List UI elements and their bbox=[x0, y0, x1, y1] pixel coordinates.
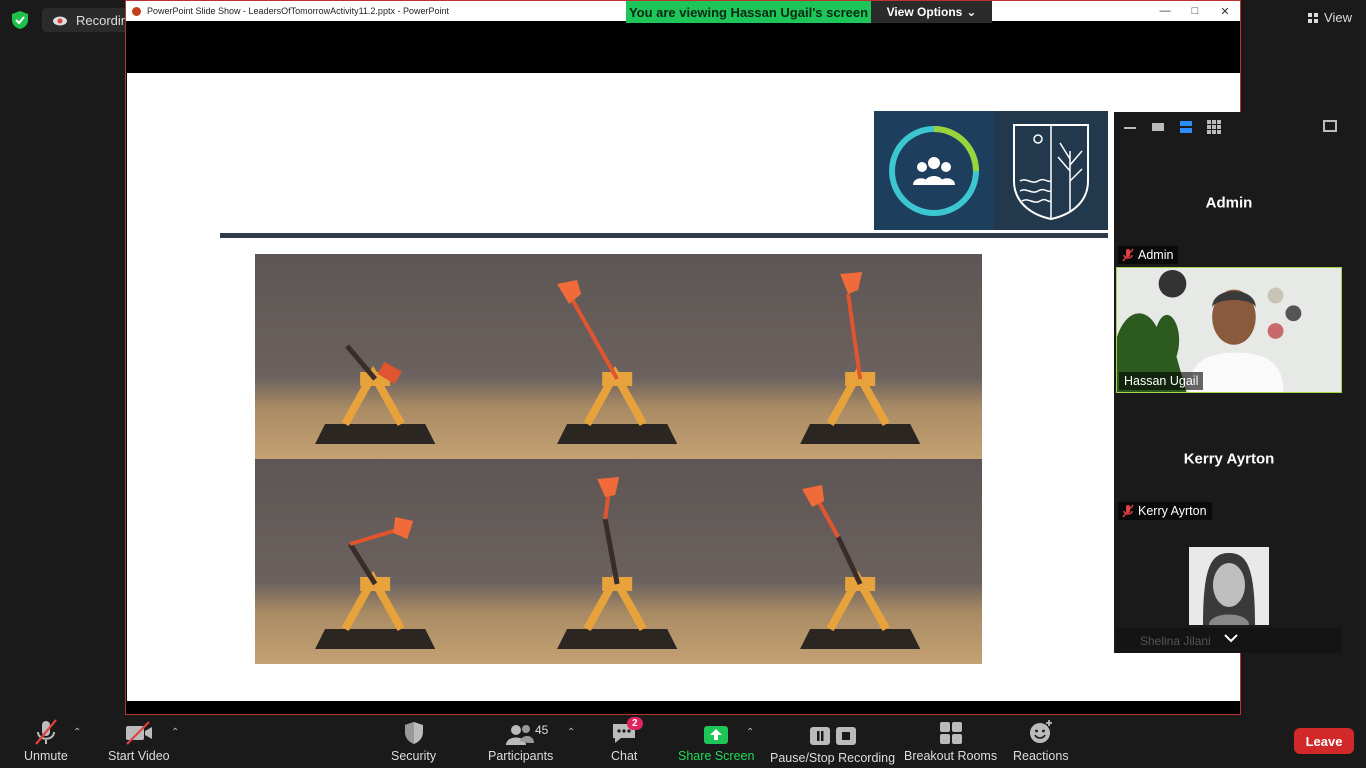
trebuchet-frame bbox=[255, 459, 498, 664]
participant-avatar-photo bbox=[1189, 547, 1269, 625]
pause-stop-recording-button[interactable]: Pause/Stop Recording bbox=[770, 721, 895, 765]
speaker-view-icon[interactable] bbox=[1150, 120, 1166, 134]
leave-button[interactable]: Leave bbox=[1294, 728, 1354, 754]
trebuchet-frame bbox=[739, 459, 982, 664]
viewing-screen-banner: You are viewing Hassan Ugail's screen bbox=[626, 1, 871, 23]
slide bbox=[127, 73, 1240, 701]
view-label: View bbox=[1324, 10, 1352, 25]
unmute-button[interactable]: Unmute bbox=[24, 719, 68, 763]
meeting-toolbar: Unmute ⌃ Start Video ⌃ Security Particip… bbox=[0, 715, 1366, 768]
participant-name-partial: Shelina Jilani bbox=[1140, 634, 1211, 648]
smiley-plus-icon bbox=[1028, 719, 1054, 745]
panel-scroll-footer: Shelina Jilani bbox=[1116, 628, 1342, 653]
participant-name-tag: Hassan Ugail bbox=[1119, 372, 1204, 390]
trebuchet-frame bbox=[739, 254, 982, 459]
video-off-icon bbox=[124, 719, 154, 745]
muted-mic-icon bbox=[1122, 248, 1134, 262]
share-screen-icon bbox=[703, 719, 729, 745]
grid-view-icon bbox=[1308, 12, 1319, 23]
crest-logo bbox=[994, 111, 1108, 230]
powerpoint-icon bbox=[132, 6, 141, 16]
participant-display-name: Admin bbox=[1205, 194, 1253, 212]
participants-count: 45 bbox=[535, 723, 549, 737]
trebuchet-frame bbox=[497, 459, 740, 664]
minimize-icon: — bbox=[1159, 5, 1171, 17]
audio-options-caret[interactable]: ⌃ bbox=[73, 727, 81, 738]
view-options-button[interactable]: View Options ⌄ bbox=[871, 1, 992, 23]
window-title: PowerPoint Slide Show - LeadersOfTomorro… bbox=[147, 6, 449, 16]
video-options-caret[interactable]: ⌃ bbox=[171, 727, 179, 738]
pause-stop-recording-label: Pause/Stop Recording bbox=[770, 751, 896, 765]
participant-name-tag: Admin bbox=[1118, 246, 1179, 264]
restore-panel-icon[interactable] bbox=[1323, 120, 1337, 132]
participant-name-tag: Kerry Ayrton bbox=[1118, 502, 1212, 520]
muted-mic-icon bbox=[33, 719, 59, 745]
breakout-rooms-button[interactable]: Breakout Rooms bbox=[904, 719, 997, 763]
chat-unread-badge: 2 bbox=[627, 717, 643, 730]
unmute-label: Unmute bbox=[24, 749, 68, 763]
participants-button[interactable]: Participants 45 bbox=[488, 719, 553, 763]
cloud-recording-icon bbox=[53, 16, 67, 26]
view-options-label: View Options bbox=[886, 5, 963, 19]
window-controls: — □ ✕ bbox=[1150, 1, 1240, 21]
pause-stop-icon bbox=[808, 721, 858, 747]
slide-logos bbox=[874, 111, 1108, 230]
strip-view-icon[interactable] bbox=[1178, 120, 1194, 134]
reactions-button[interactable]: Reactions bbox=[1013, 719, 1069, 763]
minimize-panel-icon[interactable] bbox=[1122, 120, 1138, 134]
video-panel: Admin Admin Hassan Ugail Kerry Ayrton Ke… bbox=[1114, 112, 1343, 653]
trebuchet-frame bbox=[255, 254, 498, 459]
start-video-button[interactable]: Start Video bbox=[108, 719, 170, 763]
trebuchet-frame bbox=[497, 254, 740, 459]
shared-screen: PowerPoint Slide Show - LeadersOfTomorro… bbox=[125, 0, 1241, 715]
participant-tile-hassan-ugail[interactable]: Hassan Ugail bbox=[1116, 267, 1342, 393]
reactions-label: Reactions bbox=[1013, 749, 1069, 763]
panel-controls bbox=[1114, 112, 1343, 142]
chat-button[interactable]: Chat 2 bbox=[611, 717, 643, 763]
maximize-icon: □ bbox=[1191, 5, 1199, 17]
participant-tile-admin[interactable]: Admin Admin bbox=[1116, 140, 1342, 266]
shield-crest-icon bbox=[1013, 123, 1089, 220]
participant-tile-kerry-ayrton[interactable]: Kerry Ayrton Kerry Ayrton bbox=[1116, 396, 1342, 522]
participants-icon bbox=[504, 719, 538, 745]
share-options-caret[interactable]: ⌃ bbox=[746, 727, 754, 738]
view-button[interactable]: View bbox=[1308, 10, 1352, 25]
chevron-down-icon: ⌄ bbox=[966, 5, 977, 19]
gallery-view-icon[interactable] bbox=[1206, 120, 1222, 134]
close-icon: ✕ bbox=[1220, 5, 1230, 18]
share-screen-button[interactable]: Share Screen bbox=[678, 719, 754, 763]
participants-options-caret[interactable]: ⌃ bbox=[567, 727, 575, 738]
trebuchet-photo-grid bbox=[255, 254, 982, 664]
start-video-label: Start Video bbox=[108, 749, 170, 763]
muted-mic-icon bbox=[1122, 504, 1134, 518]
share-screen-label: Share Screen bbox=[678, 749, 755, 763]
encryption-shield-icon[interactable] bbox=[10, 10, 30, 30]
people-circle-icon bbox=[889, 125, 979, 216]
security-button[interactable]: Security bbox=[391, 719, 436, 763]
shield-icon bbox=[403, 719, 425, 745]
chevron-down-icon[interactable] bbox=[1224, 633, 1238, 643]
community-logo bbox=[874, 111, 994, 230]
zoom-meeting-window: Recording... View PowerPoint Slide Show … bbox=[0, 0, 1366, 768]
chat-label: Chat bbox=[611, 749, 638, 763]
participants-label: Participants bbox=[488, 749, 554, 763]
slide-divider bbox=[220, 233, 1108, 238]
breakout-rooms-label: Breakout Rooms bbox=[904, 749, 998, 763]
participant-display-name: Kerry Ayrton bbox=[1183, 450, 1275, 468]
breakout-rooms-icon bbox=[939, 719, 963, 745]
security-label: Security bbox=[391, 749, 437, 763]
